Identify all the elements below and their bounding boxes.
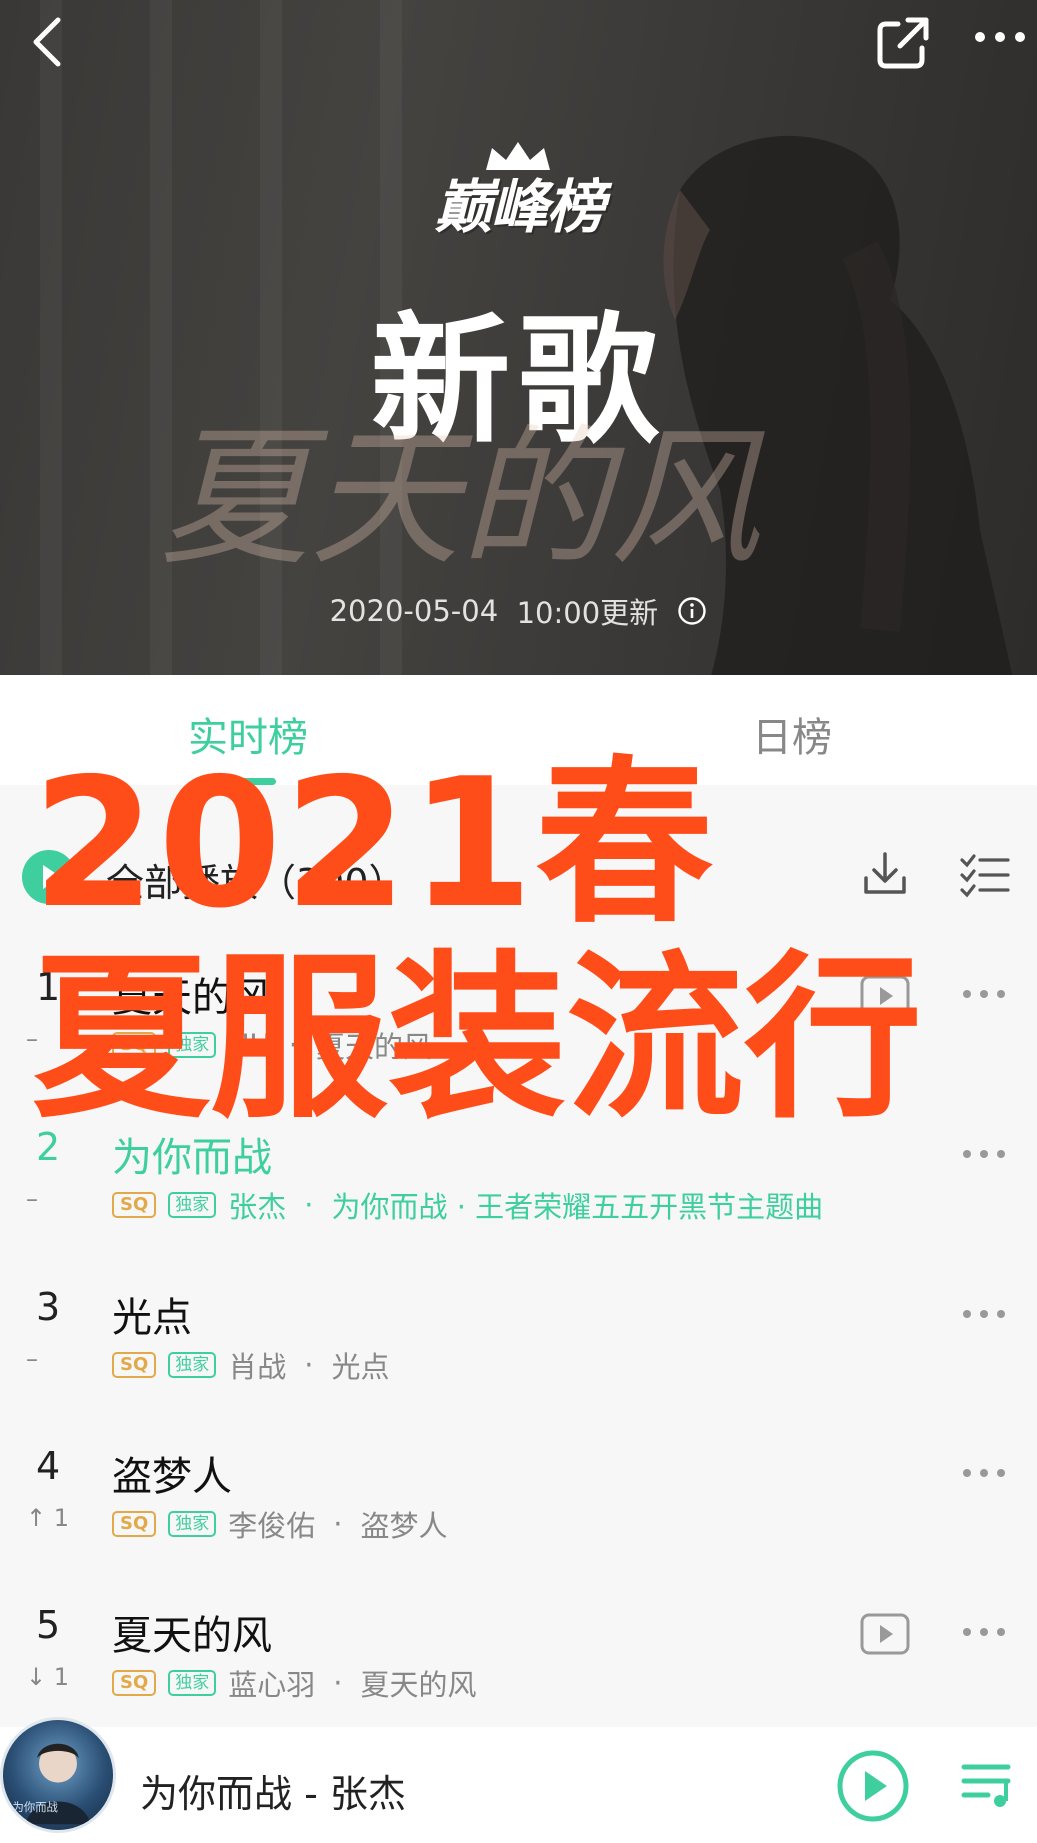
playlist-icon[interactable] [960, 1757, 1014, 1811]
song-artist[interactable]: 张杰 [228, 1184, 286, 1226]
mini-player[interactable]: 为你而战 为你而战 - 张杰 [0, 1717, 1037, 1843]
song-album[interactable]: 夏天的风 [361, 1662, 477, 1704]
more-dots-icon[interactable] [960, 987, 1008, 1001]
now-playing-title[interactable]: 为你而战 - 张杰 [140, 1763, 406, 1818]
multi-select-icon[interactable] [958, 852, 1010, 898]
sq-badge: SQ [112, 1511, 157, 1537]
brand-logo: 巅峰榜 [434, 173, 604, 241]
song-meta: SQ 独家 蓝心羽 · 夏天的风 [112, 1663, 477, 1703]
download-icon[interactable] [860, 850, 910, 900]
song-album[interactable]: 光点 [332, 1344, 390, 1386]
play-pause-icon[interactable] [836, 1749, 910, 1823]
chart-header: 巅峰榜 新歌 夏天的风 2020-05-04 10:00更新 [0, 0, 1037, 675]
info-icon[interactable] [677, 596, 707, 626]
exclusive-badge: 独家 [168, 1511, 217, 1537]
exclusive-badge: 独家 [168, 1352, 217, 1378]
song-meta: SQ 独家 肖战 · 光点 [112, 1345, 390, 1385]
song-row[interactable]: 2 – 为你而战 SQ 独家 张杰 · 为你而战 · 王者荣耀五五开黑节主题曲 [0, 1125, 1037, 1285]
song-title: 光点 [112, 1295, 192, 1341]
song-rank: 4 [36, 1444, 61, 1488]
overlay-text-line1: 2021春 [32, 740, 716, 947]
update-date: 2020-05-04 [329, 594, 499, 628]
svg-text:为你而战: 为你而战 [12, 1800, 58, 1814]
overlay-text-line2: 夏服装流行 [32, 935, 922, 1142]
song-artist[interactable]: 蓝心羽 [228, 1662, 315, 1704]
more-dots-icon[interactable] [960, 1625, 1008, 1639]
song-album[interactable]: 为你而战 · 王者荣耀五五开黑节主题曲 [332, 1184, 824, 1226]
update-time: 10:00更新 [516, 596, 659, 630]
song-rank: 5 [36, 1603, 61, 1647]
sq-badge: SQ [112, 1192, 157, 1218]
rank-trend: – [26, 1345, 38, 1373]
cover-art: 为你而战 [12, 1743, 91, 1825]
song-row[interactable]: 4 ↑ 1 盗梦人 SQ 独家 李俊佑 · 盗梦人 [0, 1444, 1037, 1604]
song-title: 夏天的风 [112, 1613, 272, 1659]
song-album[interactable]: 盗梦人 [361, 1503, 448, 1545]
back-icon[interactable] [14, 6, 84, 76]
sq-badge: SQ [112, 1352, 157, 1378]
song-rank: 3 [36, 1285, 61, 1329]
share-icon[interactable] [868, 8, 938, 78]
exclusive-badge: 独家 [168, 1192, 217, 1218]
song-meta: SQ 独家 李俊佑 · 盗梦人 [112, 1504, 448, 1544]
more-dots-icon[interactable] [960, 1307, 1008, 1321]
more-dots-icon[interactable] [960, 1147, 1008, 1161]
exclusive-badge: 独家 [168, 1670, 217, 1696]
update-info: 2020-05-04 10:00更新 [0, 590, 1037, 632]
song-title: 盗梦人 [112, 1454, 232, 1500]
rank-trend: ↑ 1 [26, 1504, 70, 1532]
song-artist[interactable]: 肖战 [228, 1344, 286, 1386]
mv-icon[interactable] [860, 1613, 910, 1655]
song-meta: SQ 独家 张杰 · 为你而战 · 王者荣耀五五开黑节主题曲 [112, 1185, 823, 1225]
rank-trend: ↓ 1 [26, 1663, 70, 1691]
tab-daily[interactable]: 日榜 [752, 705, 832, 763]
sq-badge: SQ [112, 1670, 157, 1696]
art-text: 夏天的风 [160, 412, 765, 586]
album-cover[interactable]: 为你而战 [0, 1717, 116, 1833]
more-icon[interactable] [965, 6, 1035, 76]
song-artist[interactable]: 李俊佑 [228, 1503, 315, 1545]
song-row[interactable]: 3 – 光点 SQ 独家 肖战 · 光点 [0, 1285, 1037, 1445]
rank-trend: – [26, 1185, 38, 1213]
more-dots-icon[interactable] [960, 1466, 1008, 1480]
